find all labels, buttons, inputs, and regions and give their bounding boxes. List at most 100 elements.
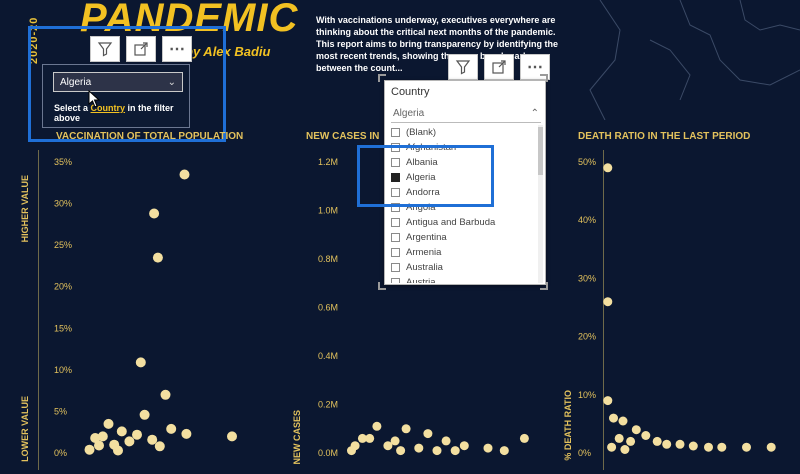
data-point[interactable] [383, 441, 393, 451]
y-tick-label: 20% [578, 332, 596, 342]
dropdown-header: Country [391, 86, 430, 98]
country-option-label: Armenia [406, 247, 442, 258]
y-tick-label: 0% [578, 448, 591, 458]
data-point[interactable] [139, 409, 150, 420]
resize-handle-tl[interactable] [378, 74, 386, 82]
data-point[interactable] [618, 416, 628, 426]
data-point[interactable] [227, 431, 237, 442]
data-point[interactable] [607, 442, 617, 452]
country-option[interactable]: (Blank) [391, 125, 535, 140]
data-point[interactable] [166, 423, 177, 434]
filter-icon[interactable] [448, 54, 478, 80]
data-point[interactable] [401, 424, 411, 434]
data-point[interactable] [103, 418, 114, 429]
data-point[interactable] [347, 446, 356, 456]
y-tick-label: 30% [54, 199, 72, 209]
chevron-up-icon[interactable]: ⌃ [531, 108, 539, 119]
country-option-label: Australia [406, 262, 443, 273]
y-tick-label: 0.8M [318, 254, 338, 264]
checkbox[interactable] [391, 263, 400, 272]
y-tick-label: 50% [578, 157, 596, 167]
vaccination-chart-title: VACCINATION OF TOTAL POPULATION [56, 131, 244, 142]
data-point[interactable] [717, 442, 727, 452]
data-point[interactable] [441, 436, 451, 446]
resize-handle-br[interactable] [540, 282, 548, 290]
data-point[interactable] [116, 426, 127, 437]
country-option[interactable]: Australia [391, 260, 535, 275]
data-point[interactable] [766, 442, 776, 452]
dropdown-scrollbar-thumb[interactable] [538, 127, 543, 175]
y-tick-label: 0.0M [318, 448, 338, 458]
data-point[interactable] [675, 439, 685, 449]
country-option[interactable]: Austria [391, 275, 535, 283]
data-point[interactable] [152, 252, 163, 263]
highlight-box-slicer [28, 26, 226, 142]
data-point[interactable] [432, 446, 442, 456]
y-tick-label: 15% [54, 323, 72, 333]
death-ratio-chart-title: DEATH RATIO IN THE LAST PERIOD [578, 131, 751, 142]
data-point[interactable] [160, 389, 171, 400]
resize-handle-tr[interactable] [540, 74, 548, 82]
data-point[interactable] [704, 442, 713, 452]
resize-handle-bl[interactable] [378, 282, 386, 290]
data-point[interactable] [84, 444, 95, 455]
data-point[interactable] [483, 443, 493, 453]
y-tick-label: 20% [54, 282, 72, 292]
country-option-label: Argentina [406, 232, 447, 243]
country-option[interactable]: Antigua and Barbuda [391, 215, 535, 230]
checkbox[interactable] [391, 218, 400, 227]
checkbox[interactable] [391, 233, 400, 242]
y-tick-label: 10% [54, 365, 72, 375]
checkbox[interactable] [391, 248, 400, 257]
data-point[interactable] [603, 297, 613, 307]
data-point[interactable] [181, 428, 192, 439]
data-point[interactable] [396, 446, 406, 456]
dropdown-toolbar: ⋯ [448, 54, 550, 80]
data-point[interactable] [113, 445, 123, 456]
data-point[interactable] [603, 396, 613, 406]
y-tick-label: 0.6M [318, 303, 338, 313]
data-point[interactable] [626, 436, 636, 446]
vaccination-ylabel-top: HIGHER VALUE [20, 175, 30, 243]
left-axis-divider [38, 150, 39, 470]
data-point[interactable] [135, 357, 146, 368]
y-tick-label: 25% [54, 240, 72, 250]
data-point[interactable] [620, 445, 630, 454]
vaccination-ylabel-bottom: LOWER VALUE [20, 396, 30, 462]
data-point[interactable] [149, 208, 160, 219]
y-tick-label: 0.4M [318, 351, 338, 361]
data-point[interactable] [147, 434, 158, 445]
country-option[interactable]: Armenia [391, 245, 535, 260]
data-point[interactable] [179, 169, 190, 180]
data-point[interactable] [662, 439, 672, 449]
dropdown-scrollbar[interactable] [538, 125, 543, 283]
data-point[interactable] [688, 441, 698, 451]
focus-mode-icon[interactable] [484, 54, 514, 80]
data-point[interactable] [154, 441, 165, 452]
data-point[interactable] [614, 433, 624, 443]
data-point[interactable] [603, 163, 613, 173]
map-outline [589, 0, 800, 120]
data-point[interactable] [132, 429, 142, 440]
checkbox[interactable] [391, 278, 400, 283]
data-point[interactable] [742, 442, 751, 452]
data-point[interactable] [499, 446, 509, 456]
country-option[interactable]: Argentina [391, 230, 535, 245]
data-point[interactable] [124, 436, 135, 447]
country-option-label: (Blank) [406, 127, 437, 138]
data-point[interactable] [423, 429, 433, 439]
data-point[interactable] [641, 431, 651, 440]
data-point[interactable] [90, 433, 101, 443]
data-point[interactable] [519, 433, 529, 443]
dropdown-search[interactable]: Algeria ⌃ [391, 105, 541, 123]
data-point[interactable] [459, 441, 469, 451]
data-point[interactable] [372, 421, 382, 431]
y-tick-label: 0.2M [318, 400, 338, 410]
data-point[interactable] [414, 443, 424, 453]
checkbox[interactable] [391, 128, 400, 137]
data-point[interactable] [365, 433, 375, 443]
data-point[interactable] [609, 413, 618, 423]
data-point[interactable] [652, 436, 662, 446]
data-point[interactable] [450, 446, 460, 456]
data-point[interactable] [631, 425, 641, 435]
